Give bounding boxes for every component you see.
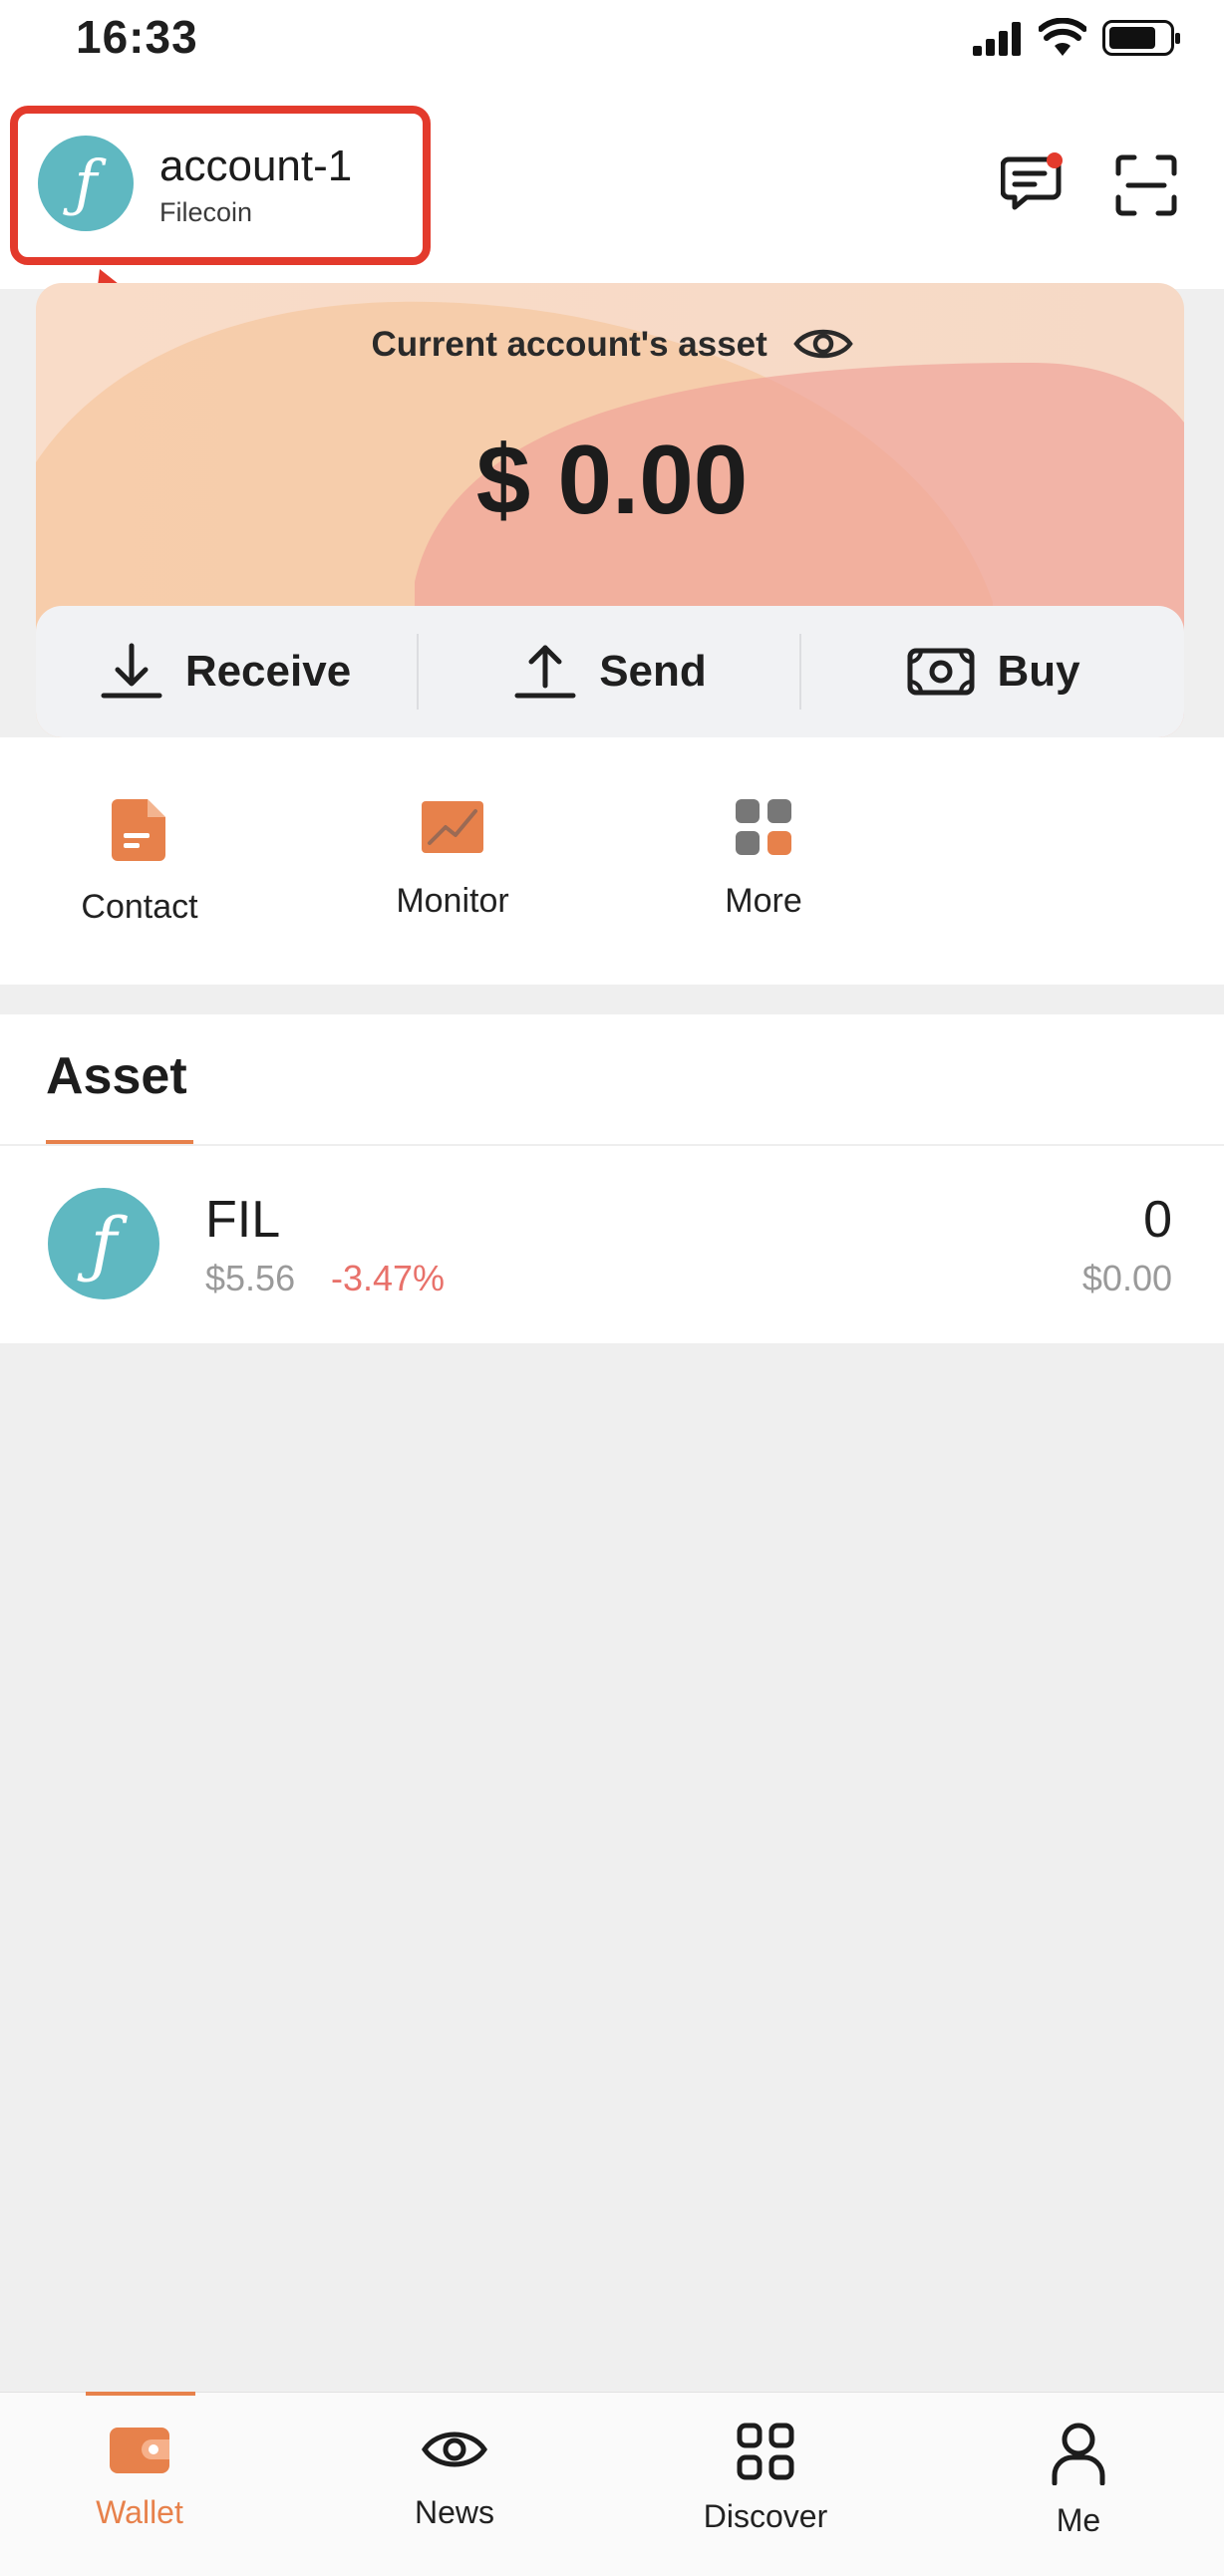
token-price: $5.56	[205, 1258, 296, 1298]
buy-button[interactable]: Buy	[803, 606, 1184, 737]
asset-label-row: Current account's asset	[0, 325, 1224, 365]
signal-icon	[973, 22, 1023, 56]
tab-indicator	[86, 2392, 195, 2396]
tab-discover[interactable]: Discover	[666, 2422, 865, 2535]
monitor-label: Monitor	[396, 882, 509, 920]
grid-icon	[737, 2423, 794, 2480]
send-button[interactable]: Send	[419, 606, 801, 737]
receive-label: Receive	[184, 647, 352, 696]
upload-icon	[514, 645, 576, 699]
asset-tab[interactable]: Asset	[46, 1046, 187, 1106]
message-icon[interactable]	[1001, 151, 1065, 215]
fil-token-icon: ƒ	[48, 1188, 159, 1299]
tab-wallet-label: Wallet	[96, 2494, 183, 2530]
divider	[799, 634, 801, 710]
buy-label: Buy	[997, 647, 1080, 696]
asset-tab-indicator	[46, 1140, 193, 1144]
token-symbol: FIL	[205, 1191, 281, 1249]
receive-button[interactable]: Receive	[36, 606, 415, 737]
download-icon	[101, 643, 162, 699]
chart-icon	[422, 801, 483, 853]
tab-news[interactable]: News	[355, 2422, 554, 2531]
cash-icon	[907, 648, 975, 696]
tab-news-label: News	[414, 2494, 494, 2530]
total-value: $ 0.00	[475, 425, 749, 534]
filecoin-logo-icon: ƒ	[90, 1202, 118, 1286]
more-link[interactable]: More	[674, 797, 853, 921]
scan-icon[interactable]	[1114, 153, 1178, 217]
contact-link[interactable]: Contact	[50, 797, 229, 927]
eye-icon	[422, 2432, 487, 2467]
tab-me[interactable]: Me	[979, 2422, 1178, 2539]
status-time: 16:33	[76, 11, 198, 63]
tab-wallet[interactable]: Wallet	[40, 2422, 239, 2531]
highlight-box	[10, 106, 431, 265]
token-amount: 0	[1143, 1191, 1172, 1249]
list-item[interactable]	[0, 1146, 1224, 1341]
send-label: Send	[599, 647, 707, 696]
asset-label: Current account's asset	[371, 325, 767, 364]
tab-me-label: Me	[1056, 2502, 1101, 2538]
wallet-icon	[110, 2428, 169, 2473]
token-change: -3.47%	[331, 1258, 446, 1298]
document-icon	[112, 799, 165, 861]
tab-discover-label: Discover	[703, 2498, 828, 2534]
battery-icon	[1102, 20, 1180, 56]
token-value: $0.00	[1081, 1258, 1172, 1298]
monitor-link[interactable]: Monitor	[363, 797, 542, 921]
grid-icon	[736, 799, 791, 855]
wifi-icon	[1039, 18, 1086, 56]
eye-icon[interactable]	[792, 326, 853, 362]
person-icon	[1052, 2423, 1105, 2486]
contact-label: Contact	[81, 888, 198, 926]
more-label: More	[725, 882, 802, 920]
